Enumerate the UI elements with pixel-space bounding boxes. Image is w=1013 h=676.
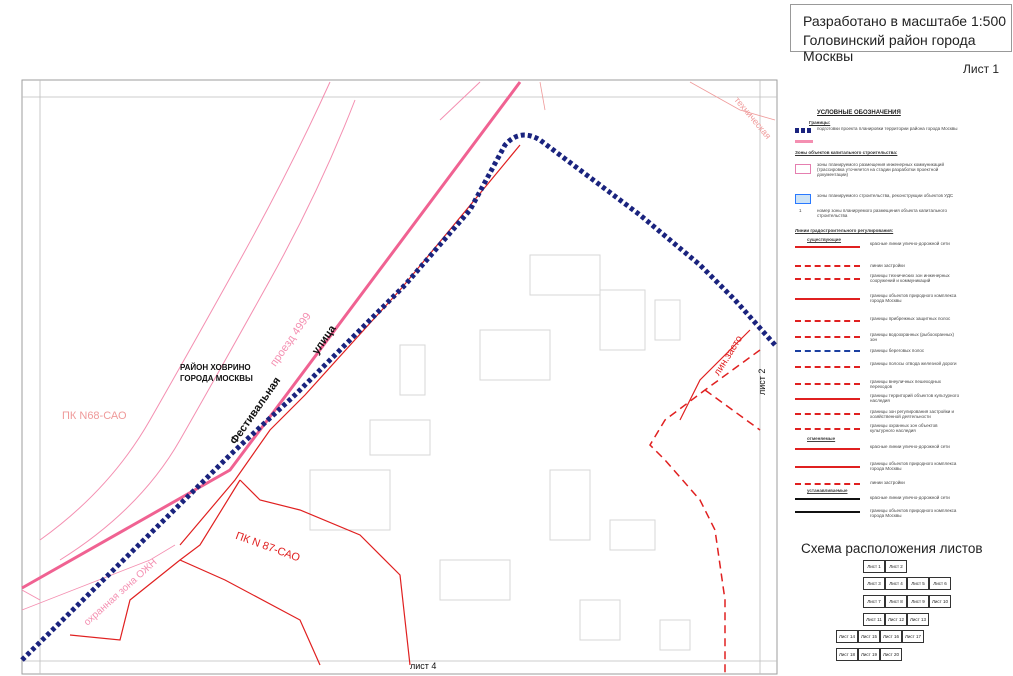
legend-line-9 — [795, 383, 860, 385]
legend-line-3 — [795, 278, 860, 280]
district-label-2: ГОРОДА МОСКВЫ — [180, 374, 253, 383]
pk68-label: ПК N68-САО — [62, 410, 127, 422]
buildings — [309, 254, 691, 651]
legend-item-1: красные линии улично-дорожной сети — [870, 241, 950, 246]
scheme-cell: Лист 18 — [836, 648, 858, 661]
scheme-cell: Лист 3 — [863, 577, 885, 590]
sheet-number: Лист 1 — [963, 62, 1000, 76]
legend-title: УСЛОВНЫЕ ОБОЗНАЧЕНИЯ — [817, 110, 901, 116]
scheme-cell: Лист 4 — [885, 577, 907, 590]
legend-item-5: границы прибрежных защитных полос — [870, 316, 951, 321]
legend-item-11: границы зон регулирования застройки и хо… — [870, 409, 955, 419]
legend-zone2-swatch — [795, 194, 811, 204]
legend-line-2 — [795, 265, 860, 267]
legend-eline-2 — [795, 511, 860, 513]
pink-passage-lines — [21, 81, 481, 601]
pk87-polygon — [69, 479, 411, 666]
scheme-cell: Лист 15 — [858, 630, 880, 643]
legend-line-4 — [795, 298, 860, 300]
legend-lines-header: Линии градостроительного регулирования: — [795, 228, 894, 233]
legend-line-8 — [795, 366, 860, 368]
legend-existing: существующие — [807, 237, 842, 242]
scheme-cell: Лист 10 — [929, 595, 951, 608]
legend-zones-header: Зоны объектов капитального строительства… — [795, 150, 898, 155]
scheme-cell: Лист 17 — [902, 630, 924, 643]
legend-citem-1: красные линии улично-дорожной сети — [870, 444, 950, 449]
district-label-1: РАЙОН ХОВРИНО — [180, 363, 251, 372]
scheme-cell: Лист 16 — [880, 630, 902, 643]
legend-line-6 — [795, 336, 860, 338]
scheme-cell: Лист 19 — [858, 648, 880, 661]
legend-established: устанавливаемые — [807, 488, 848, 493]
legend: УСЛОВНЫЕ ОБОЗНАЧЕНИЯ Границы: подготовки… — [785, 98, 1005, 538]
legend-cancelled: отменяемые — [807, 436, 836, 441]
legend-b1: подготовки проекта планировки территории… — [817, 126, 958, 131]
scheme-cell: Лист 20 — [880, 648, 902, 661]
scheme-cell: Лист 1 — [863, 560, 885, 573]
legend-item-7: границы береговых полос — [870, 348, 925, 353]
legend-zone1-swatch — [795, 164, 811, 174]
legend-citem-3: линии застройки — [870, 480, 905, 485]
legend-cline-2 — [795, 466, 860, 468]
legend-boundary-swatch — [795, 128, 813, 133]
legend-item-2: линии застройки — [870, 263, 905, 268]
scheme-cell: Лист 6 — [929, 577, 951, 590]
legend-item-6: границы водоохранных (рыбоохранных) зон — [870, 332, 954, 342]
legend-line-11 — [795, 413, 860, 415]
red-line-street — [179, 144, 521, 546]
legend-item-12: границы охранных зон объектов культурног… — [870, 423, 938, 433]
title-scale: Разработано в масштабе 1:500 — [803, 13, 1007, 29]
scheme-title: Схема расположения листов — [801, 541, 983, 556]
legend-item-9: границы внеуличных пешеходных переходов — [870, 379, 942, 389]
scheme-cell: Лист 11 — [863, 613, 885, 626]
legend-z3: номер зоны планируемого размещения объек… — [817, 208, 947, 218]
sheet2-label: лист 2 — [757, 368, 767, 395]
scheme-cell: Лист 9 — [907, 595, 929, 608]
red-dashed-boundary — [649, 349, 761, 674]
legend-cline-1 — [795, 448, 860, 450]
legend-pink-swatch — [795, 140, 813, 143]
street-pink-line — [21, 81, 522, 590]
scheme-cell: Лист 5 — [907, 577, 929, 590]
legend-z2: зоны планируемого строительства, реконст… — [817, 193, 954, 198]
scheme-cell: Лист 13 — [907, 613, 929, 626]
title-district: Головинский район города Москвы — [803, 32, 976, 64]
legend-line-10 — [795, 398, 860, 400]
scheme-cell: Лист 8 — [885, 595, 907, 608]
sheet4-label: лист 4 — [410, 661, 437, 671]
legend-item-10: границы территорий объектов культурного … — [870, 393, 960, 403]
legend-z1: зоны планируемого размещения инженерных … — [817, 162, 944, 177]
legend-citem-2: границы объектов природного комплекса го… — [870, 461, 957, 471]
title-block: Разработано в масштабе 1:500 Головинский… — [790, 4, 1012, 64]
scheme-cell: Лист 2 — [885, 560, 907, 573]
scheme-cell: Лист 12 — [885, 613, 907, 626]
legend-eline-1 — [795, 498, 860, 500]
legend-cline-3 — [795, 483, 860, 485]
legend-borders-header: Границы: — [809, 120, 831, 125]
legend-item-4: границы объектов природного комплекса го… — [870, 293, 957, 303]
legend-item-3: границы технических зон инженерных соору… — [870, 273, 950, 283]
legend-z3-num: 1 — [799, 208, 802, 213]
legend-item-8: границы полосы отвода железной дороги — [870, 361, 957, 366]
legend-line-1 — [795, 246, 860, 248]
scheme-cell: Лист 7 — [863, 595, 885, 608]
legend-line-5 — [795, 320, 860, 322]
scheme-cell: Лист 14 — [836, 630, 858, 643]
legend-line-7 — [795, 350, 860, 352]
legend-line-12 — [795, 428, 860, 430]
legend-eitem-1: красные линии улично-дорожной сети — [870, 495, 950, 500]
legend-eitem-2: границы объектов природного комплекса го… — [870, 508, 957, 518]
